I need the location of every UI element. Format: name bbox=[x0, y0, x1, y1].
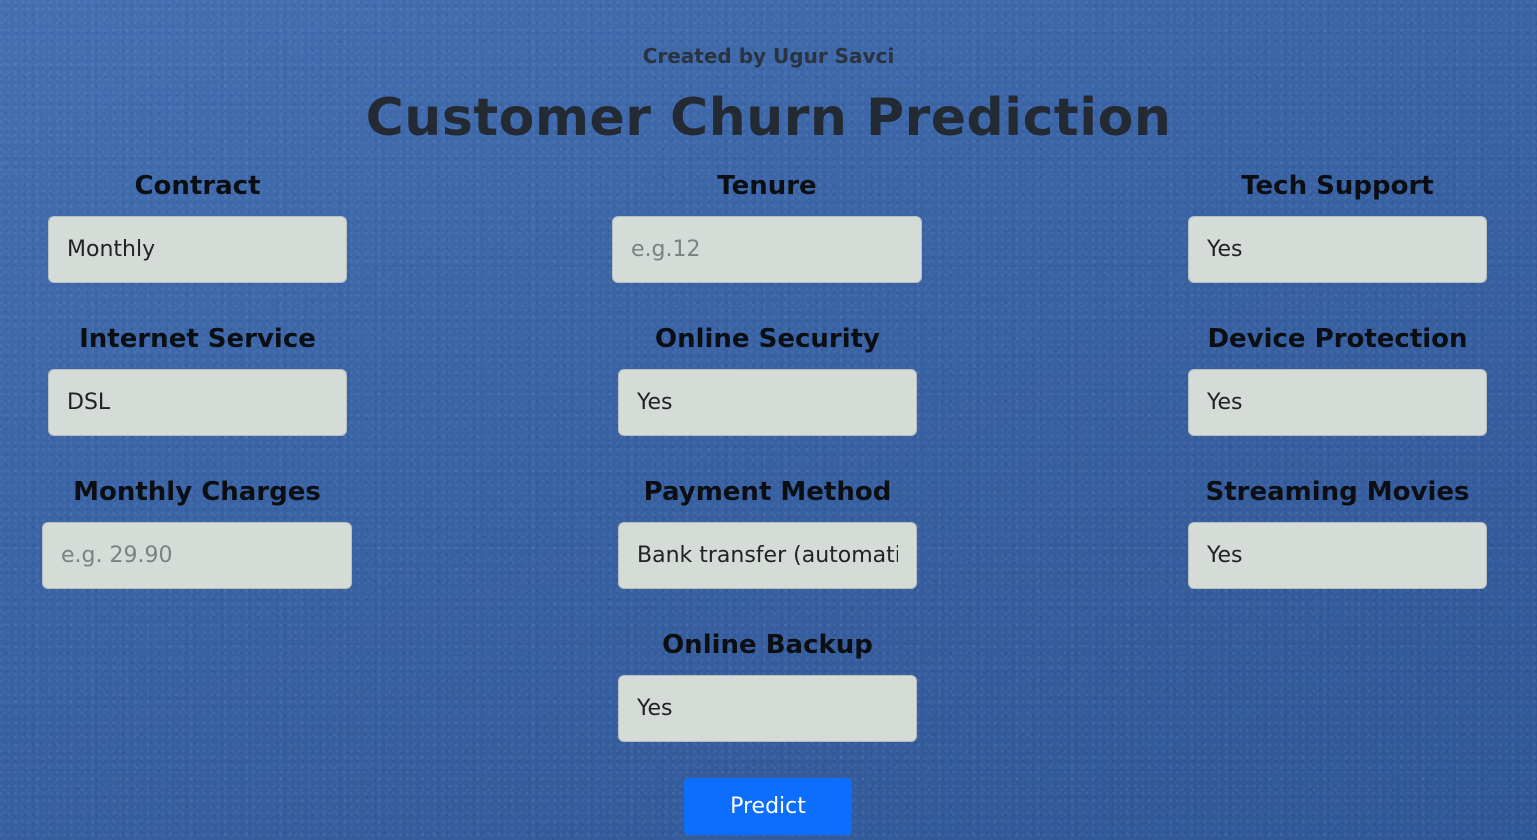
contract-input[interactable] bbox=[48, 216, 347, 283]
credit-text: Created by Ugur Savci bbox=[642, 44, 895, 68]
online-backup-field: Online Backup bbox=[618, 627, 917, 742]
tenure-field: Tenure bbox=[612, 168, 922, 283]
streaming-movies-field: Streaming Movies bbox=[1188, 474, 1487, 589]
online-backup-input[interactable] bbox=[618, 675, 917, 742]
page-title: Customer Churn Prediction bbox=[365, 88, 1172, 148]
tenure-input[interactable] bbox=[612, 216, 922, 283]
contract-label: Contract bbox=[134, 171, 261, 201]
monthly-charges-input[interactable] bbox=[42, 522, 352, 589]
device-protection-label: Device Protection bbox=[1207, 324, 1468, 354]
monthly-charges-label: Monthly Charges bbox=[73, 477, 321, 507]
predict-button[interactable]: Predict bbox=[684, 778, 852, 835]
streaming-movies-label: Streaming Movies bbox=[1205, 477, 1470, 507]
online-backup-label: Online Backup bbox=[662, 630, 873, 660]
tenure-label: Tenure bbox=[717, 171, 817, 201]
online-security-input[interactable] bbox=[618, 369, 917, 436]
payment-method-input[interactable] bbox=[618, 522, 917, 589]
tech-support-field: Tech Support bbox=[1188, 168, 1487, 283]
streaming-movies-input[interactable] bbox=[1188, 522, 1487, 589]
tech-support-input[interactable] bbox=[1188, 216, 1487, 283]
contract-field: Contract bbox=[48, 168, 347, 283]
internet-service-label: Internet Service bbox=[79, 324, 316, 354]
payment-method-field: Payment Method bbox=[618, 474, 917, 589]
internet-service-field: Internet Service bbox=[48, 321, 347, 436]
tech-support-label: Tech Support bbox=[1241, 171, 1434, 201]
online-security-field: Online Security bbox=[618, 321, 917, 436]
device-protection-input[interactable] bbox=[1188, 369, 1487, 436]
device-protection-field: Device Protection bbox=[1188, 321, 1487, 436]
monthly-charges-field: Monthly Charges bbox=[42, 474, 352, 589]
payment-method-label: Payment Method bbox=[643, 477, 892, 507]
internet-service-input[interactable] bbox=[48, 369, 347, 436]
online-security-label: Online Security bbox=[654, 324, 881, 354]
